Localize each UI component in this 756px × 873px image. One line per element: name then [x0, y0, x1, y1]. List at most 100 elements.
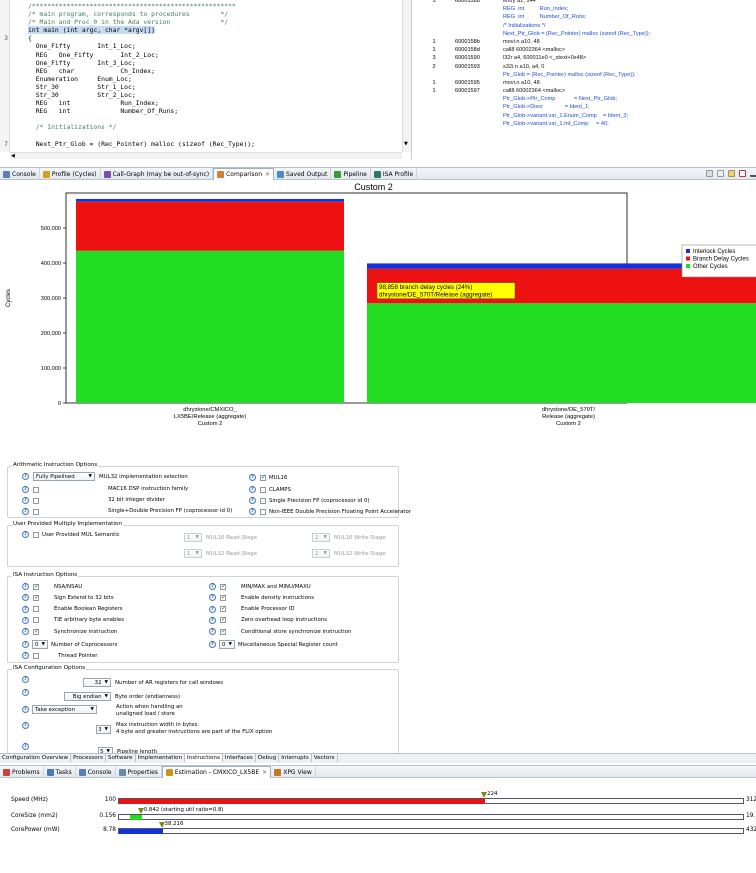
tab-properties[interactable]: Properties — [116, 766, 162, 778]
unaligned-action-dropdown[interactable]: Take exception ▼ — [32, 705, 97, 714]
help-icon[interactable]: ? — [209, 641, 216, 648]
stacked-bar-icon[interactable] — [739, 170, 746, 177]
code-line[interactable]: /* Main and Proc_0 in the Ada version */ — [0, 18, 400, 26]
config-tab-software[interactable]: Software — [106, 754, 136, 762]
instruction-width-dropdown[interactable]: 3 ▼ — [96, 725, 111, 734]
code-line[interactable]: REG int Run_Index; — [0, 99, 400, 107]
user-mul-semantic-checkbox[interactable] — [33, 531, 39, 538]
config-tab-interrupts[interactable]: Interrupts — [279, 754, 312, 762]
disassembly-row[interactable]: /* Initializations */ — [413, 22, 756, 30]
isa-option-checkbox[interactable] — [220, 594, 226, 601]
minimize-icon[interactable] — [750, 170, 756, 177]
disassembly-row[interactable]: 1 60001595 movi.n a10, 48 — [413, 79, 756, 87]
mul16-checkbox[interactable] — [260, 474, 266, 481]
mul16-read-stage-dropdown[interactable]: 1 ▼ — [184, 533, 202, 542]
tab-problems[interactable]: Problems — [0, 766, 44, 778]
disassembly-row[interactable]: Ptr_Glob->Discr = Ident_1; — [413, 103, 756, 111]
disassembly-row[interactable]: 1 6000158d call8 60002364 <malloc> — [413, 46, 756, 54]
isa-option-checkbox[interactable] — [220, 616, 226, 624]
disassembly-row[interactable]: 2 60001593 s32i.n a10, a4, 0 — [413, 63, 756, 71]
tab-console[interactable]: Console — [0, 168, 40, 180]
mul32-write-stage-dropdown[interactable]: 2 ▼ — [312, 549, 330, 558]
isa-option-checkbox[interactable] — [220, 605, 226, 613]
bar-segment-interlock-cycles[interactable] — [76, 198, 344, 202]
mul16-write-stage-dropdown[interactable]: 2 ▼ — [312, 533, 330, 542]
disassembly-row[interactable]: REG int Number_Of_Runs; — [413, 13, 756, 21]
disassembly-row[interactable]: Next_Ptr_Glob = (Rec_Pointer) malloc (si… — [413, 30, 756, 38]
int-divider-checkbox[interactable] — [33, 497, 39, 504]
help-icon[interactable]: ? — [209, 628, 216, 636]
help-icon[interactable]: ? — [22, 508, 29, 515]
single-double-fp-checkbox[interactable] — [33, 508, 39, 515]
misc-special-register-dropdown[interactable]: 0 ▼ — [219, 640, 235, 649]
code-lines[interactable]: /***************************************… — [0, 2, 400, 148]
code-line[interactable]: /* Initializations */ — [0, 123, 400, 131]
ar-registers-dropdown[interactable]: 32 ▼ — [83, 678, 111, 687]
code-line[interactable] — [0, 132, 400, 140]
byte-order-dropdown[interactable]: Big endian ▼ — [64, 692, 111, 701]
help-icon[interactable]: ? — [249, 486, 256, 493]
disassembly-lines[interactable]: 5 6000158b entry a1, 144 REG int Run_Index;… — [413, 0, 756, 128]
help-icon[interactable]: ? — [22, 531, 29, 538]
help-icon[interactable]: ? — [209, 605, 216, 613]
help-icon[interactable]: ? — [209, 594, 216, 602]
code-line[interactable]: int main (int argc, char *argv[]) — [0, 26, 400, 35]
mul32-impl-dropdown[interactable]: Fully Pipelined ▼ — [33, 472, 95, 481]
tab-console[interactable]: Console — [76, 766, 116, 778]
tab-pipeline[interactable]: Pipeline — [331, 168, 371, 180]
help-icon[interactable]: ? — [22, 743, 29, 750]
code-line[interactable]: /* main program, corresponds to procedur… — [0, 10, 400, 18]
close-icon[interactable]: ✕ — [262, 769, 267, 776]
estimation-track[interactable] — [118, 828, 744, 834]
disassembly-row[interactable]: Ptr_Glob->variant.var_1.Int_Comp = 40; — [413, 120, 756, 128]
bar-segment-other-cycles[interactable] — [367, 303, 756, 403]
editor-vscrollbar[interactable]: ▼ — [402, 0, 411, 152]
code-line[interactable]: Enumeration Enum_Loc; — [0, 75, 400, 83]
disassembly-row[interactable]: REG int Run_Index; — [413, 5, 756, 13]
scroll-left-arrow-icon[interactable]: ◀ — [11, 153, 15, 159]
config-tab-implementation[interactable]: Implementation — [136, 754, 186, 762]
tab-comparison[interactable]: Comparison ✕ — [213, 168, 275, 180]
scroll-down-arrow-icon[interactable]: ▼ — [404, 141, 408, 147]
code-line[interactable]: Str_30 Str_2_Loc; — [0, 91, 400, 99]
estimation-track[interactable] — [118, 814, 744, 820]
disassembly-row[interactable]: Ptr_Glob->Ptr_Comp = Next_Ptr_Glob; — [413, 95, 756, 103]
config-tab-debug[interactable]: Debug — [256, 754, 280, 762]
isa-option-checkbox[interactable] — [220, 583, 226, 590]
help-icon[interactable]: ? — [22, 706, 29, 713]
code-line[interactable]: REG One_Fifty Int_2_Loc; — [0, 51, 400, 59]
close-icon[interactable]: ✕ — [265, 171, 270, 178]
help-icon[interactable]: ? — [249, 497, 256, 504]
code-line[interactable]: Str_30 Str_1_Loc; — [0, 83, 400, 91]
code-line[interactable]: /***************************************… — [0, 2, 400, 10]
disassembly-row[interactable]: 1 60001597 call8 60002364 <malloc> — [413, 87, 756, 95]
isa-option-checkbox[interactable] — [220, 628, 226, 635]
coprocessors-dropdown[interactable]: 0 ▼ — [32, 640, 48, 649]
help-icon[interactable]: ? — [249, 474, 256, 481]
mac16-checkbox[interactable] — [33, 486, 39, 493]
bar-segment-branch-delay-cycles[interactable] — [76, 201, 344, 251]
disassembly-row[interactable]: Ptr_Glob->variant.var_1.Enum_Comp = Iden… — [413, 112, 756, 120]
help-icon[interactable]: ? — [22, 497, 29, 504]
code-line[interactable]: REG int Number_Of_Runs; — [0, 107, 400, 115]
tab-isa-profile[interactable]: ISA Profile — [371, 168, 418, 180]
tab-call-graph-may-be-out-of-sync[interactable]: Call-Graph (may be out-of-sync) — [101, 168, 214, 180]
tab-tasks[interactable]: Tasks — [44, 766, 76, 778]
disassembly-view[interactable]: 5 6000158b entry a1, 144 REG int Run_Index;… — [413, 0, 756, 160]
tab-estimation-cmxico-lx5be[interactable]: Estimation - CMXICO_LX5BE ✕ — [161, 766, 272, 778]
tab-profile-cycles[interactable]: Profile (Cycles) — [40, 168, 101, 180]
tab-saved-output[interactable]: Saved Output — [274, 168, 332, 180]
config-tab-processors[interactable]: Processors — [71, 754, 106, 762]
code-line[interactable]: 3{ — [0, 34, 400, 42]
help-icon[interactable]: ? — [22, 641, 29, 648]
help-icon[interactable]: ? — [22, 473, 29, 480]
help-icon[interactable]: ? — [22, 689, 29, 696]
help-icon[interactable]: ? — [22, 722, 29, 729]
mul32-read-stage-dropdown[interactable]: 1 ▼ — [184, 549, 202, 558]
tab-xpg-view[interactable]: XPG View — [271, 766, 316, 778]
config-tab-interfaces[interactable]: Interfaces — [223, 754, 256, 762]
help-icon[interactable]: ? — [209, 583, 216, 590]
bar-segment-other-cycles[interactable] — [76, 250, 344, 403]
thread-pointer-checkbox[interactable] — [33, 652, 39, 659]
clear-icon[interactable] — [706, 170, 713, 177]
